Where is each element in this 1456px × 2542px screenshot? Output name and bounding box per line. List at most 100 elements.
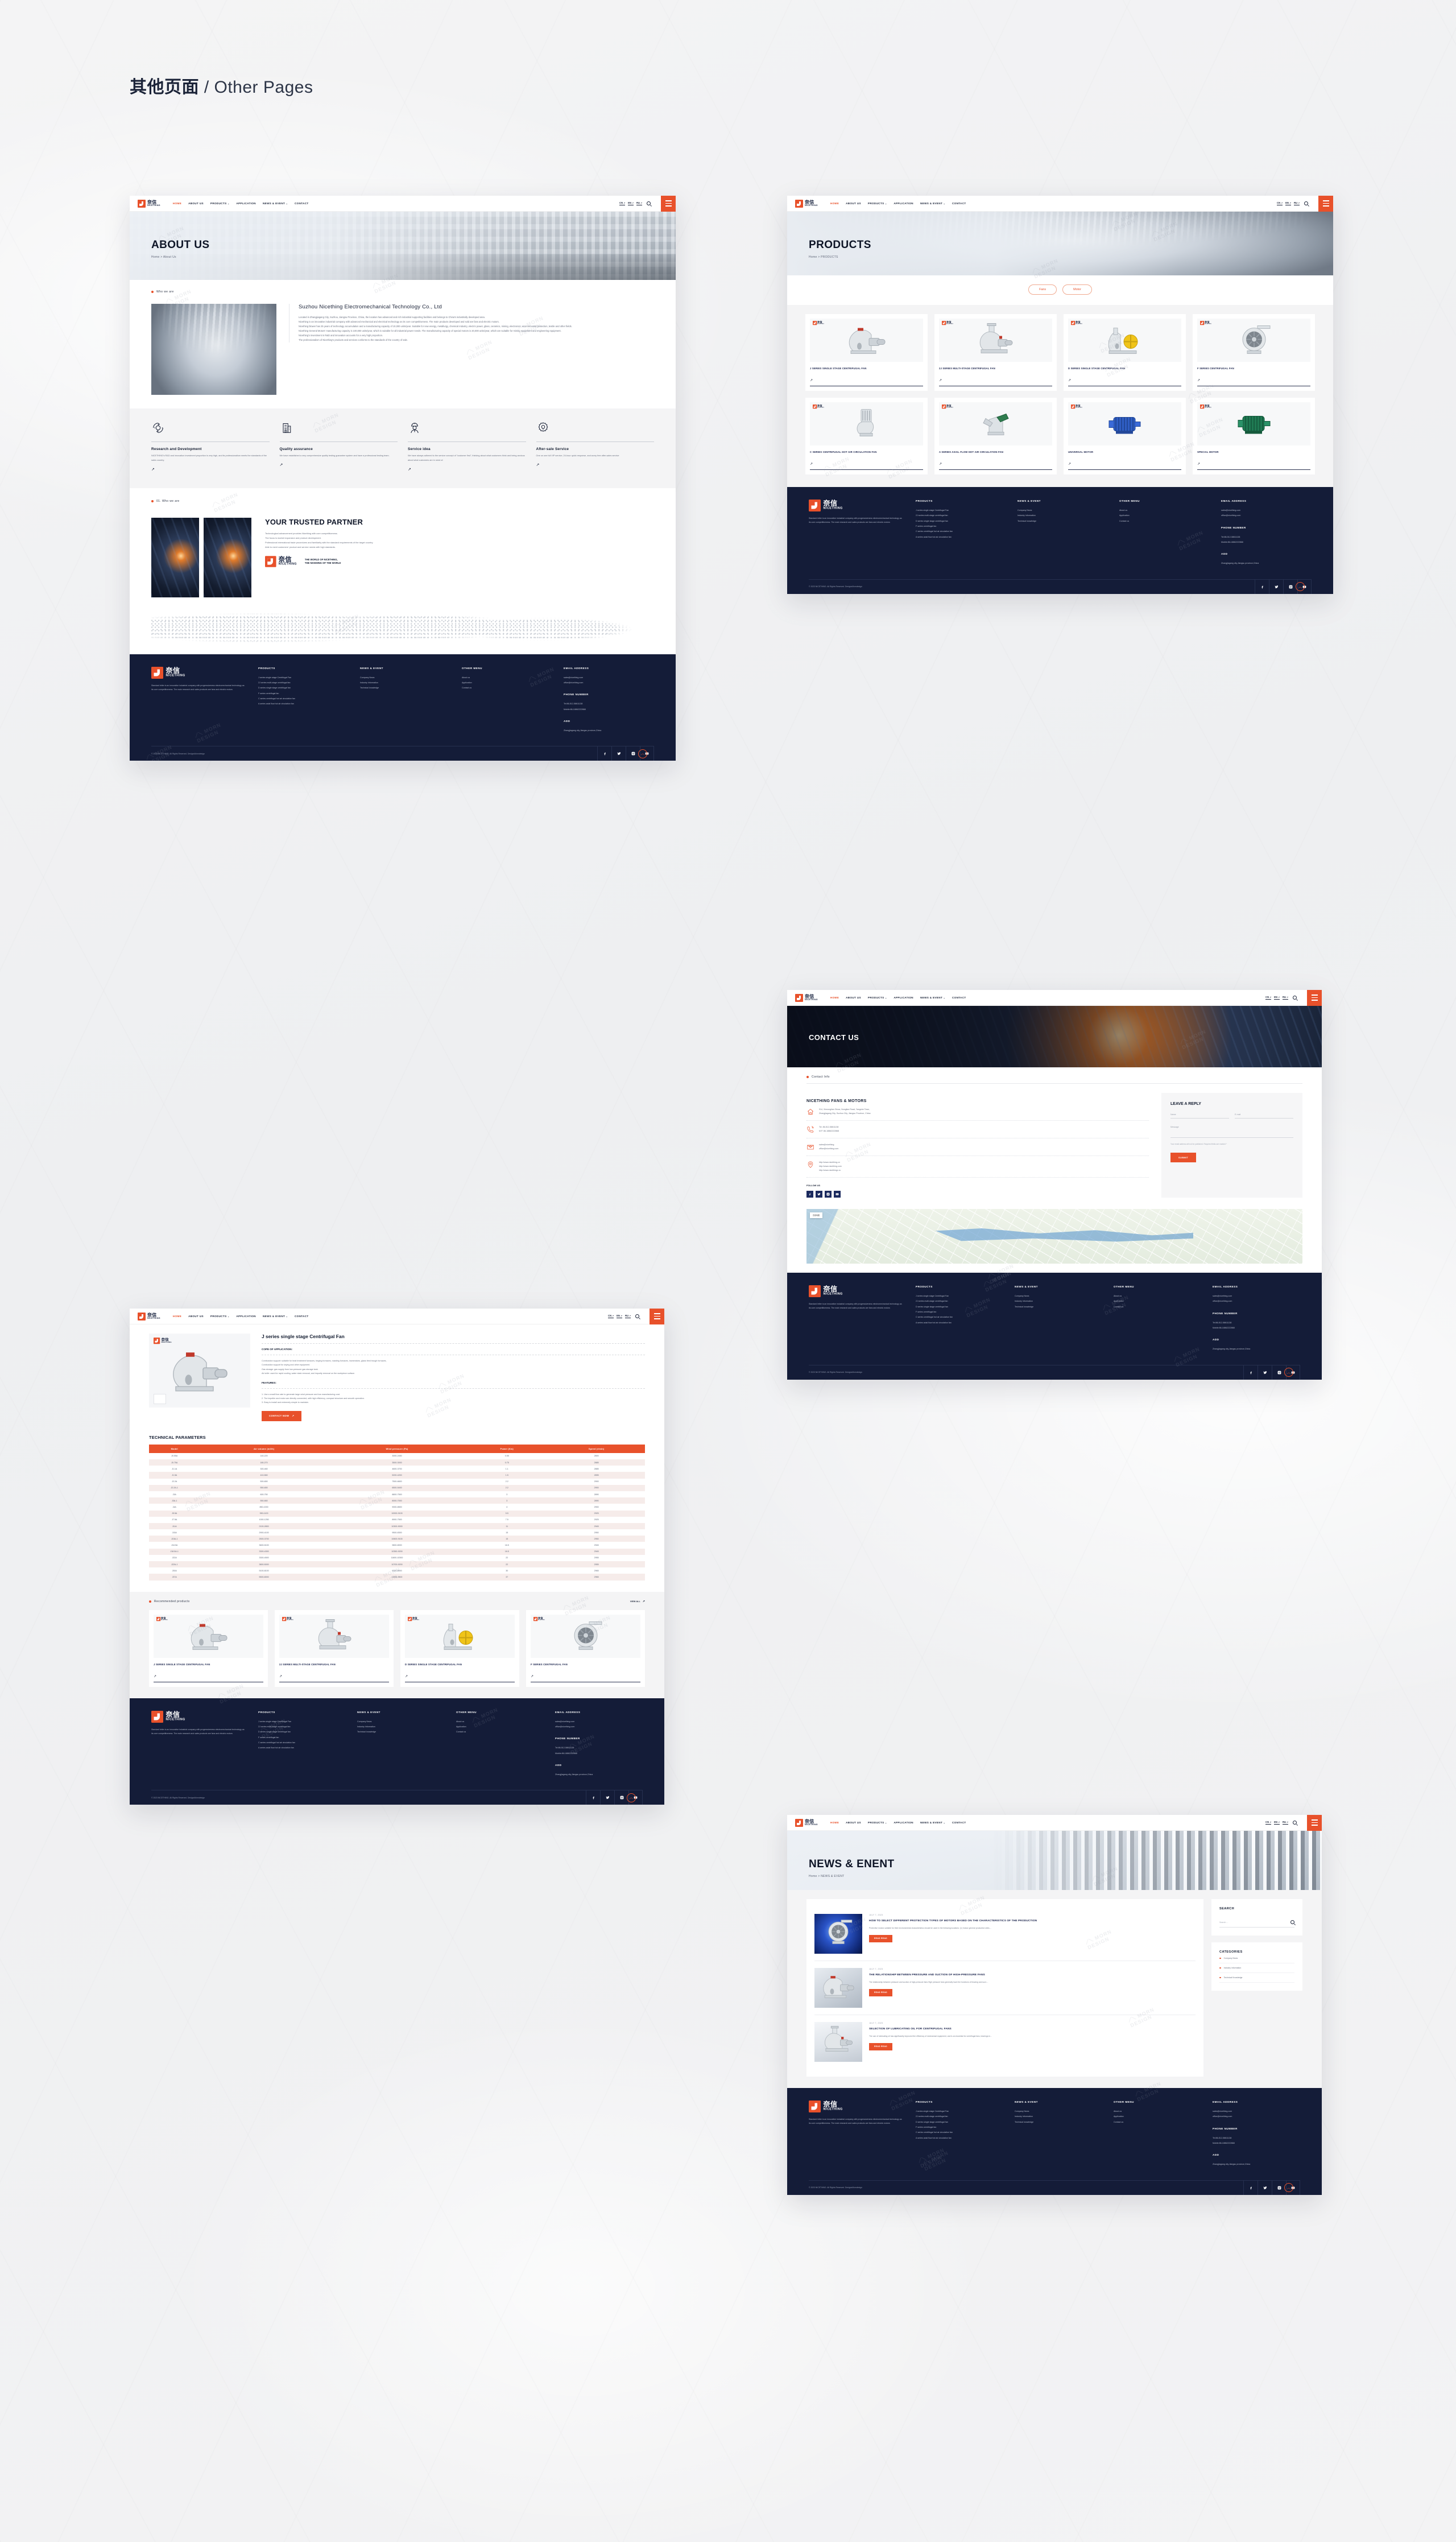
- read-more-button[interactable]: READ READ: [869, 2043, 892, 2050]
- footer-link[interactable]: Contact us: [1114, 2120, 1201, 2125]
- site-logo[interactable]: 奈信 NICETHING: [138, 1313, 160, 1320]
- arrow-icon[interactable]: ↗: [810, 378, 923, 382]
- footer-link[interactable]: Contact us: [1119, 519, 1210, 524]
- arrow-icon[interactable]: ↗: [1068, 378, 1181, 382]
- facebook-icon[interactable]: [1255, 580, 1269, 594]
- site-logo[interactable]: 奈信 NICETHING: [795, 1819, 818, 1827]
- footer-link[interactable]: Industry Information: [357, 1724, 445, 1730]
- nav-item-application[interactable]: APPLICATION: [894, 1821, 913, 1824]
- site-logo[interactable]: 奈信 NICETHING: [151, 1711, 295, 1723]
- product-card[interactable]: 奈信 NICETHING C SERIES CENTRIFUGAL HOT AIR…: [805, 398, 928, 474]
- view-all-link[interactable]: VIEW ALL ↗: [630, 1600, 645, 1603]
- nav-item-application[interactable]: APPLICATION: [894, 202, 913, 205]
- lang-cn[interactable]: CN ↗: [608, 1314, 614, 1318]
- nav-item-products[interactable]: PRODUCTS ⌄: [210, 202, 229, 205]
- news-title[interactable]: SELECTION OF LUBRICATING OIL FOR CENTRIF…: [869, 2027, 1196, 2031]
- feature-card[interactable]: Service idea We have always adhered to th…: [408, 421, 526, 473]
- footer-link[interactable]: C series centrifugal hot air circulation…: [916, 1315, 1003, 1320]
- footer-link[interactable]: F series centrifugal fan: [258, 1735, 346, 1740]
- nav-item-home[interactable]: HOME: [173, 1315, 181, 1318]
- lang-ru[interactable]: RU ↗: [1283, 1821, 1288, 1825]
- facebook-icon[interactable]: [586, 1790, 600, 1805]
- footer-email[interactable]: sales@nicething.com: [1221, 508, 1312, 513]
- footer-link[interactable]: Contact us: [462, 686, 552, 691]
- breadcrumb[interactable]: Home > About Us: [151, 255, 209, 259]
- site-logo[interactable]: 奈信 NICETHING: [151, 667, 295, 679]
- footer-link[interactable]: F series centrifugal fan: [916, 1310, 1003, 1315]
- nav-item-home[interactable]: HOME: [830, 202, 839, 205]
- nav-item-news-event[interactable]: NEWS & EVENT ⌄: [920, 1821, 945, 1824]
- twitter-icon[interactable]: [611, 746, 626, 761]
- footer-link[interactable]: F series centrifugal fan: [258, 691, 349, 696]
- news-item[interactable]: JULY 7, 2023 HOW TO SELECT DIFFERENT PROT…: [814, 1907, 1196, 1961]
- footer-link[interactable]: Industry Information: [360, 680, 450, 686]
- arrow-icon[interactable]: ↗: [939, 378, 1052, 382]
- footer-link[interactable]: Technical knowledge: [1015, 1305, 1102, 1310]
- nav-item-application[interactable]: APPLICATION: [894, 996, 913, 999]
- footer-link[interactable]: Company News: [1017, 508, 1108, 513]
- hamburger-icon[interactable]: [1307, 1815, 1322, 1831]
- site-logo[interactable]: 奈信 NICETHING: [795, 200, 818, 208]
- footer-link[interactable]: C series centrifugal hot air circulation…: [916, 529, 1006, 534]
- facebook-icon[interactable]: [597, 746, 611, 761]
- news-item[interactable]: JULY 7, 2023 SELECTION OF LUBRICATING OIL…: [814, 2015, 1196, 2069]
- message-field[interactable]: Message: [1170, 1126, 1293, 1138]
- lang-cn[interactable]: CN ↗: [1265, 1821, 1271, 1825]
- footer-email[interactable]: sales@nicething.com: [1213, 1294, 1300, 1299]
- search-icon[interactable]: [1293, 1821, 1297, 1825]
- lang-ru[interactable]: RU ↗: [636, 201, 642, 205]
- nav-item-about-us[interactable]: ABOUT US: [846, 202, 861, 205]
- footer-link[interactable]: Industry Information: [1017, 513, 1108, 518]
- feature-card[interactable]: Quality assurance We have established a v…: [280, 421, 398, 473]
- footer-link[interactable]: Contact us: [456, 1730, 544, 1735]
- footer-link[interactable]: Technical knowledge: [1017, 519, 1108, 524]
- nav-item-news-event[interactable]: NEWS & EVENT ⌄: [263, 202, 288, 205]
- nav-item-about-us[interactable]: ABOUT US: [846, 1821, 861, 1824]
- footer-email[interactable]: office@nicething.com: [1213, 1299, 1300, 1304]
- feature-card[interactable]: After-sale Service One on one full VIP se…: [536, 421, 655, 473]
- footer-link[interactable]: F series centrifugal fan: [916, 524, 1006, 529]
- footer-email[interactable]: sales@nicething.com: [555, 1719, 643, 1724]
- email-field[interactable]: E-mail: [1235, 1113, 1293, 1119]
- category-item[interactable]: Technical Knowledge: [1219, 1973, 1294, 1983]
- footer-link[interactable]: C series centrifugal hot air circulation…: [258, 1740, 346, 1745]
- footer-link[interactable]: Contact us: [1114, 1305, 1201, 1310]
- read-more-button[interactable]: READ READ: [869, 1935, 892, 1942]
- contact-now-button[interactable]: CONTACT NOW ↗: [262, 1411, 301, 1421]
- footer-link[interactable]: Technical knowledge: [360, 686, 450, 691]
- arrow-icon[interactable]: ↗: [280, 463, 283, 467]
- nav-item-contact[interactable]: CONTACT: [952, 996, 966, 999]
- facebook-icon[interactable]: [1243, 1365, 1258, 1380]
- breadcrumb[interactable]: Home > NEWS & EVENT: [809, 1875, 894, 1878]
- twitter-icon[interactable]: [816, 1191, 822, 1198]
- nav-item-home[interactable]: HOME: [830, 1821, 839, 1824]
- footer-link[interactable]: Application: [1114, 2114, 1201, 2119]
- nav-item-news-event[interactable]: NEWS & EVENT ⌄: [920, 996, 945, 999]
- footer-link[interactable]: D series single stage centrifugal fan: [916, 1305, 1003, 1310]
- search-icon[interactable]: [1293, 996, 1297, 1000]
- site-logo[interactable]: 奈信 NICETHING: [809, 500, 952, 511]
- footer-link[interactable]: A series axial flow hot air circulation …: [916, 1320, 1003, 1326]
- category-item[interactable]: Industry information: [1219, 1963, 1294, 1973]
- footer-link[interactable]: 2J series multi-stage centrifugal fan: [916, 1299, 1003, 1304]
- footer-email[interactable]: office@nicething.com: [1213, 2114, 1300, 2119]
- footer-link[interactable]: Technical knowledge: [1015, 2120, 1102, 2125]
- site-logo[interactable]: 奈信 NICETHING: [265, 556, 297, 567]
- instagram-icon[interactable]: [825, 1191, 832, 1198]
- search-icon[interactable]: [635, 1314, 639, 1318]
- footer-email[interactable]: sales@nicething.com: [564, 675, 654, 680]
- nav-item-news-event[interactable]: NEWS & EVENT ⌄: [263, 1315, 288, 1318]
- arrow-icon[interactable]: ↗: [939, 462, 1052, 466]
- footer-link[interactable]: A series axial flow hot air circulation …: [916, 535, 1006, 540]
- product-card[interactable]: 奈信 NICETHING J SERIES SINGLE STAGE CENTRI…: [805, 314, 928, 391]
- location-map[interactable]: 百度地图: [806, 1209, 1302, 1264]
- lang-cn[interactable]: CN ↗: [1277, 201, 1283, 205]
- breadcrumb[interactable]: Home > PRODUCTS: [809, 255, 871, 259]
- news-title[interactable]: HOW TO SELECT DIFFERENT PROTECTION TYPES…: [869, 1919, 1196, 1923]
- arrow-icon[interactable]: ↗: [405, 1674, 515, 1678]
- footer-link[interactable]: F series centrifugal fan: [916, 2125, 1003, 2130]
- lang-en[interactable]: EN ↗: [1285, 201, 1291, 205]
- nav-item-about-us[interactable]: ABOUT US: [846, 996, 861, 999]
- footer-link[interactable]: Company News: [1015, 2109, 1102, 2114]
- nav-item-products[interactable]: PRODUCTS ⌄: [868, 1821, 887, 1824]
